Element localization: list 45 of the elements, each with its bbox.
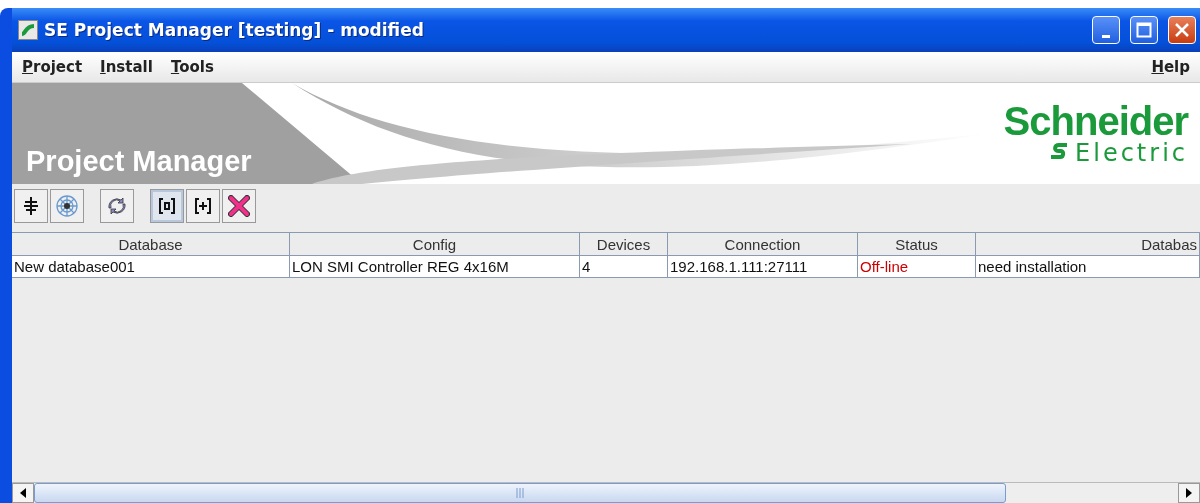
column-header[interactable]: Connection: [668, 232, 858, 256]
sync-icon: [107, 196, 127, 216]
bracket-plus-icon: [194, 197, 212, 215]
toolbar-button[interactable]: [150, 189, 184, 223]
toolbar-button[interactable]: [186, 189, 220, 223]
left-arrow-icon: [19, 488, 27, 498]
window-title: SE Project Manager [testing] - modified: [44, 20, 425, 40]
toolbar-button[interactable]: [14, 189, 48, 223]
column-header[interactable]: Config: [290, 232, 580, 256]
toolbar-button[interactable]: [50, 189, 84, 223]
bracket-dot-icon: [158, 197, 176, 215]
minimize-icon: [1102, 34, 1110, 38]
menu-item[interactable]: Project: [22, 58, 83, 76]
menu-item[interactable]: Install: [100, 58, 153, 76]
grip-icon: [516, 488, 524, 498]
minimize-button[interactable]: [1092, 16, 1120, 44]
toolbar-button[interactable]: [222, 189, 256, 223]
table-cell: LON SMI Controller REG 4x16M: [290, 256, 580, 278]
banner-title: Project Manager: [25, 145, 252, 179]
column-header[interactable]: Status: [858, 232, 976, 256]
logo-subtitle: Electric: [1075, 141, 1188, 165]
table-cell: New database001: [12, 256, 290, 278]
table-cell: Off-line: [858, 256, 976, 278]
table-cell: 4: [580, 256, 668, 278]
plug-icon: [21, 196, 41, 216]
table-cell: 192.168.1.111:27111: [668, 256, 858, 278]
scroll-right-button[interactable]: [1178, 483, 1200, 503]
maximize-icon: [1136, 22, 1152, 38]
column-header[interactable]: Devices: [580, 232, 668, 256]
scroll-left-button[interactable]: [12, 483, 34, 503]
column-header[interactable]: Databas: [976, 232, 1200, 256]
close-button[interactable]: [1168, 16, 1196, 44]
scrollbar-thumb[interactable]: [34, 483, 1006, 503]
maximize-button[interactable]: [1130, 16, 1158, 44]
menu-item[interactable]: Tools: [170, 58, 214, 76]
app-icon: [18, 20, 38, 40]
right-arrow-icon: [1185, 488, 1193, 498]
web-icon: [55, 194, 79, 218]
delete-icon: [228, 195, 250, 217]
column-header[interactable]: Database: [12, 232, 290, 256]
logo-name: Schneider: [1003, 101, 1188, 141]
menu-item[interactable]: Help: [1151, 58, 1190, 76]
table-cell: need installation: [976, 256, 1200, 278]
close-icon: [1174, 22, 1190, 38]
toolbar-button[interactable]: [100, 189, 134, 223]
